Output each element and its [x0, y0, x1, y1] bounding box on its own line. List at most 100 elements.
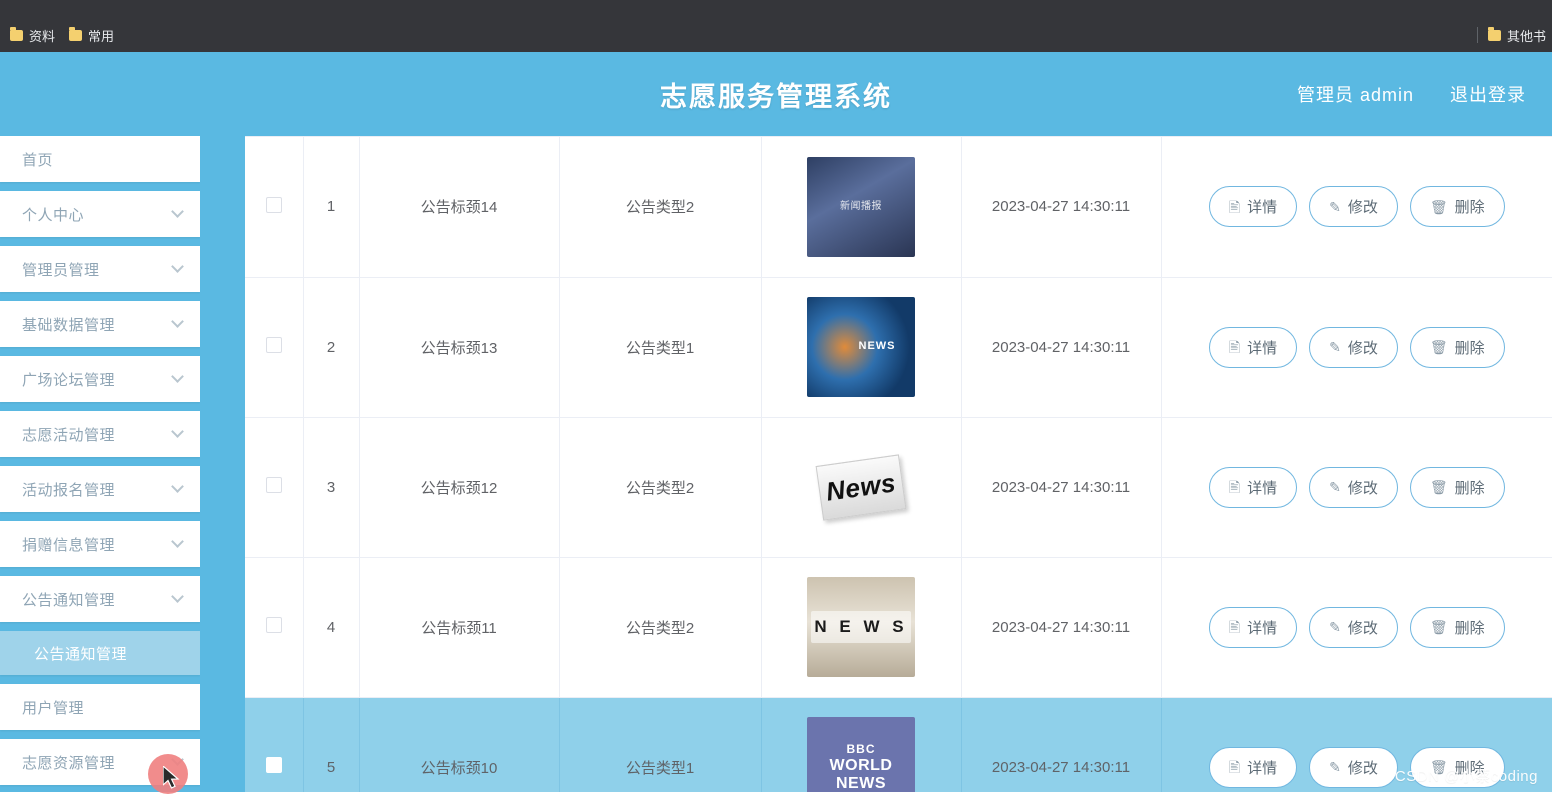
delete-button[interactable]: 🗑 删除	[1409, 466, 1505, 508]
detail-button-label: 详情	[1247, 759, 1278, 777]
row-index: 3	[303, 417, 360, 558]
sidebar-item-label: 捐赠信息管理	[22, 536, 116, 554]
row-checkbox-cell[interactable]	[245, 697, 304, 792]
sidebar-item-personal-center[interactable]: 个人中心	[0, 191, 200, 237]
sidebar-item-label: 广场论坛管理	[22, 371, 116, 389]
notice-thumbnail[interactable]: 新闻播报	[807, 156, 915, 257]
delete-button[interactable]: 🗑 删除	[1409, 606, 1505, 648]
row-checkbox[interactable]	[265, 477, 282, 493]
notice-thumbnail[interactable]: News	[807, 437, 915, 537]
logout-button[interactable]: 退出登录	[1450, 81, 1526, 107]
trash-icon: 🗑	[1429, 339, 1448, 355]
table-row[interactable]: 1 公告标颈14 公告类型2 新闻播报 2023-04-27 14:30:11 …	[245, 137, 1552, 278]
delete-button-label: 删除	[1454, 199, 1485, 217]
row-title: 公告标颈10	[359, 697, 560, 792]
pencil-icon: ✎	[1329, 619, 1341, 635]
detail-button[interactable]: 🖹 详情	[1208, 606, 1298, 648]
bookmark-item-1[interactable]: 常用	[69, 26, 114, 45]
edit-button-label: 修改	[1347, 479, 1378, 497]
sidebar-item-notice-management[interactable]: 公告通知管理	[0, 576, 200, 622]
chevron-down-icon	[171, 260, 184, 273]
sidebar-item-volunteer-resource-management[interactable]: 志愿资源管理	[0, 739, 200, 785]
table-row[interactable]: 2 公告标颈13 公告类型1 NEWS 2023-04-27 14:30:11 …	[245, 277, 1552, 418]
pencil-icon: ✎	[1329, 339, 1341, 355]
table-row[interactable]: 3 公告标颈12 公告类型2 News 2023-04-27 14:30:11 …	[245, 417, 1552, 558]
edit-button[interactable]: ✎ 修改	[1309, 606, 1398, 648]
row-type: 公告类型2	[559, 417, 762, 558]
row-checkbox-cell[interactable]	[245, 277, 304, 418]
row-actions-cell: 🖹 详情 ✎ 修改 🗑 删除	[1161, 137, 1552, 278]
delete-button[interactable]: 🗑 删除	[1409, 326, 1505, 368]
table-row[interactable]: 5 公告标颈10 公告类型1 BBC WORLD NEWS 2023-04-27…	[245, 697, 1552, 792]
detail-button-label: 详情	[1247, 479, 1278, 497]
detail-button[interactable]: 🖹 详情	[1208, 466, 1298, 508]
detail-button[interactable]: 🖹 详情	[1208, 326, 1298, 368]
edit-button-label: 修改	[1347, 339, 1378, 357]
other-bookmarks-label: 其他书	[1506, 28, 1546, 44]
sidebar-item-admin-management[interactable]: 管理员管理	[0, 246, 200, 292]
sidebar-item-forum-management[interactable]: 广场论坛管理	[0, 356, 200, 402]
sidebar-item-volunteer-activity-management[interactable]: 志愿活动管理	[0, 411, 200, 457]
notice-thumbnail[interactable]: NEWS	[807, 297, 915, 397]
row-checkbox-cell[interactable]	[245, 137, 304, 278]
notice-thumbnail[interactable]: BBC WORLD NEWS	[807, 717, 915, 792]
row-title: 公告标颈12	[359, 417, 560, 558]
document-icon: 🖹	[1228, 339, 1241, 355]
row-date: 2023-04-27 14:30:11	[961, 137, 1162, 278]
row-index: 2	[303, 277, 360, 418]
chevron-down-icon	[171, 425, 184, 438]
current-user-label: 管理员 admin	[1296, 85, 1414, 105]
row-date: 2023-04-27 14:30:11	[961, 557, 1162, 698]
bookmark-item-0[interactable]: 资料	[10, 26, 55, 45]
row-checkbox-cell[interactable]	[245, 557, 304, 698]
sidebar-item-label: 基础数据管理	[22, 316, 116, 334]
row-type: 公告类型2	[559, 137, 762, 278]
other-bookmarks-item[interactable]: 其他书	[1487, 26, 1546, 45]
trash-icon: 🗑	[1429, 198, 1448, 215]
detail-button-label: 详情	[1247, 619, 1278, 637]
row-checkbox[interactable]	[265, 337, 282, 353]
row-index: 4	[303, 557, 360, 698]
sidebar: 首页 个人中心 管理员管理 基础数据管理 广场论坛管理 志愿活动管理 活动报名管…	[0, 136, 200, 792]
sidebar-item-label: 公告通知管理	[22, 591, 116, 609]
sidebar-item-label: 管理员管理	[22, 261, 100, 279]
edit-button[interactable]: ✎ 修改	[1309, 186, 1398, 228]
row-actions: 🖹 详情 ✎ 修改 🗑 删除	[1166, 326, 1549, 368]
row-type: 公告类型2	[559, 557, 762, 698]
pencil-icon: ✎	[1329, 479, 1341, 495]
sidebar-item-donation-info-management[interactable]: 捐赠信息管理	[0, 521, 200, 567]
row-checkbox[interactable]	[265, 757, 282, 773]
sidebar-item-base-data-management[interactable]: 基础数据管理	[0, 301, 200, 347]
sidebar-submenu-item-notice-management[interactable]: 公告通知管理	[0, 631, 200, 675]
row-checkbox[interactable]	[265, 196, 282, 213]
delete-button-label: 删除	[1454, 339, 1485, 357]
table-row[interactable]: 4 公告标颈11 公告类型2 N E W S 2023-04-27 14:30:…	[245, 557, 1552, 698]
notice-thumbnail[interactable]: N E W S	[807, 577, 915, 677]
sidebar-item-activity-signup-management[interactable]: 活动报名管理	[0, 466, 200, 512]
edit-button[interactable]: ✎ 修改	[1309, 746, 1398, 788]
bookmark-label: 常用	[88, 28, 115, 44]
thumbnail-line-3: NEWS	[836, 774, 886, 792]
edit-button[interactable]: ✎ 修改	[1309, 466, 1398, 508]
notice-table: 1 公告标颈14 公告类型2 新闻播报 2023-04-27 14:30:11 …	[245, 137, 1552, 792]
detail-button[interactable]: 🖹 详情	[1208, 746, 1298, 788]
delete-button[interactable]: 🗑 删除	[1409, 186, 1505, 228]
row-checkbox-cell[interactable]	[245, 417, 304, 558]
sidebar-item-home[interactable]: 首页	[0, 136, 200, 182]
sidebar-item-user-management[interactable]: 用户管理	[0, 684, 200, 730]
header-right: 管理员 admin 退出登录	[1297, 52, 1526, 136]
folder-icon	[1487, 26, 1501, 41]
document-icon: 🖹	[1228, 619, 1241, 635]
row-title: 公告标颈11	[359, 557, 560, 698]
edit-button[interactable]: ✎ 修改	[1309, 326, 1398, 368]
sidebar-item-label: 用户管理	[22, 699, 85, 717]
omnibox-strip: ‹ › ⟳ ⓘ localhost:8081/#/news ⚒ ☆ ⭳ ◫ 66…	[0, 0, 1552, 16]
trash-icon: 🗑	[1429, 479, 1448, 495]
chevron-down-icon	[171, 315, 184, 328]
edit-button-label: 修改	[1347, 619, 1378, 637]
delete-button-label: 删除	[1454, 619, 1485, 637]
row-index: 5	[303, 697, 360, 792]
chevron-down-icon	[171, 480, 184, 493]
row-checkbox[interactable]	[265, 617, 282, 633]
detail-button[interactable]: 🖹 详情	[1208, 186, 1298, 228]
